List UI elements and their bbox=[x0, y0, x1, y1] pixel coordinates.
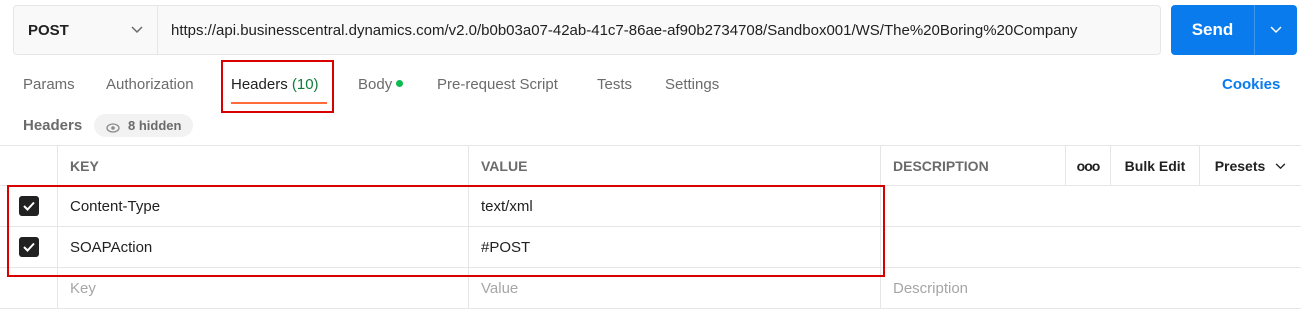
tab-params[interactable]: Params bbox=[23, 76, 75, 93]
tab-headers-label: Headers bbox=[231, 76, 288, 93]
new-value-input[interactable]: Value bbox=[469, 268, 881, 308]
method-label: POST bbox=[28, 21, 69, 39]
hidden-headers-label: 8 hidden bbox=[128, 118, 182, 133]
row-description-input[interactable] bbox=[881, 227, 1301, 267]
hidden-headers-toggle[interactable]: 8 hidden bbox=[94, 114, 194, 137]
send-button[interactable]: Send bbox=[1171, 5, 1255, 55]
row-checkbox[interactable] bbox=[18, 237, 39, 257]
new-key-input[interactable]: Key bbox=[58, 268, 469, 308]
presets-label: Presets bbox=[1214, 157, 1266, 174]
tab-headers[interactable]: Headers (10) bbox=[231, 76, 319, 93]
body-indicator-dot bbox=[396, 80, 404, 87]
column-header-value: VALUE bbox=[469, 146, 881, 185]
row-checkbox[interactable] bbox=[18, 196, 39, 216]
tab-tests[interactable]: Tests bbox=[597, 76, 632, 93]
column-header-key: KEY bbox=[58, 146, 469, 185]
bulk-edit-button[interactable]: Bulk Edit bbox=[1111, 146, 1200, 185]
row-check-cell bbox=[0, 186, 58, 226]
checkmark-icon bbox=[22, 242, 35, 252]
tab-body-label: Body bbox=[358, 76, 393, 93]
tab-headers-count: (10) bbox=[291, 76, 319, 93]
row-check-cell bbox=[0, 227, 58, 267]
chevron-down-icon bbox=[1270, 23, 1282, 37]
row-check-cell bbox=[0, 268, 58, 308]
headers-section-label: Headers bbox=[23, 117, 83, 134]
more-options-button[interactable]: ooo bbox=[1066, 146, 1111, 185]
url-input[interactable]: https://api.businesscentral.dynamics.com… bbox=[158, 6, 1160, 54]
table-row-empty: Key Value Description bbox=[0, 268, 1301, 309]
method-select[interactable]: POST bbox=[14, 6, 158, 54]
chevron-down-icon bbox=[131, 23, 143, 37]
request-bar: POST https://api.businesscentral.dynamic… bbox=[13, 5, 1161, 55]
table-row: SOAPAction #POST bbox=[0, 227, 1301, 268]
row-value-input[interactable]: #POST bbox=[469, 227, 881, 267]
row-value-input[interactable]: text/xml bbox=[469, 186, 881, 226]
presets-dropdown[interactable]: Presets bbox=[1200, 146, 1301, 185]
checkmark-icon bbox=[22, 201, 35, 211]
active-tab-underline bbox=[231, 102, 327, 104]
column-header-description: DESCRIPTION bbox=[881, 146, 1066, 185]
row-description-input[interactable] bbox=[881, 186, 1301, 226]
new-description-input[interactable]: Description bbox=[881, 268, 1301, 308]
tab-authorization[interactable]: Authorization bbox=[106, 76, 194, 93]
send-options-button[interactable] bbox=[1255, 5, 1297, 55]
tab-pre-request-script[interactable]: Pre-request Script bbox=[437, 76, 558, 93]
table-row: Content-Type text/xml bbox=[0, 186, 1301, 227]
tab-body[interactable]: Body bbox=[358, 76, 404, 93]
eye-icon bbox=[106, 121, 120, 133]
tab-settings[interactable]: Settings bbox=[665, 76, 719, 93]
row-key-input[interactable]: Content-Type bbox=[58, 186, 469, 226]
row-key-input[interactable]: SOAPAction bbox=[58, 227, 469, 267]
cookies-link[interactable]: Cookies bbox=[1222, 76, 1280, 93]
header-check-cell bbox=[0, 146, 58, 185]
headers-table: KEY VALUE DESCRIPTION ooo Bulk Edit Pres… bbox=[0, 145, 1301, 309]
table-header-row: KEY VALUE DESCRIPTION ooo Bulk Edit Pres… bbox=[0, 145, 1301, 186]
send-group: Send bbox=[1171, 5, 1297, 55]
request-tabs: Params Authorization Headers (10) Body P… bbox=[0, 62, 1301, 108]
chevron-down-icon bbox=[1275, 159, 1286, 173]
